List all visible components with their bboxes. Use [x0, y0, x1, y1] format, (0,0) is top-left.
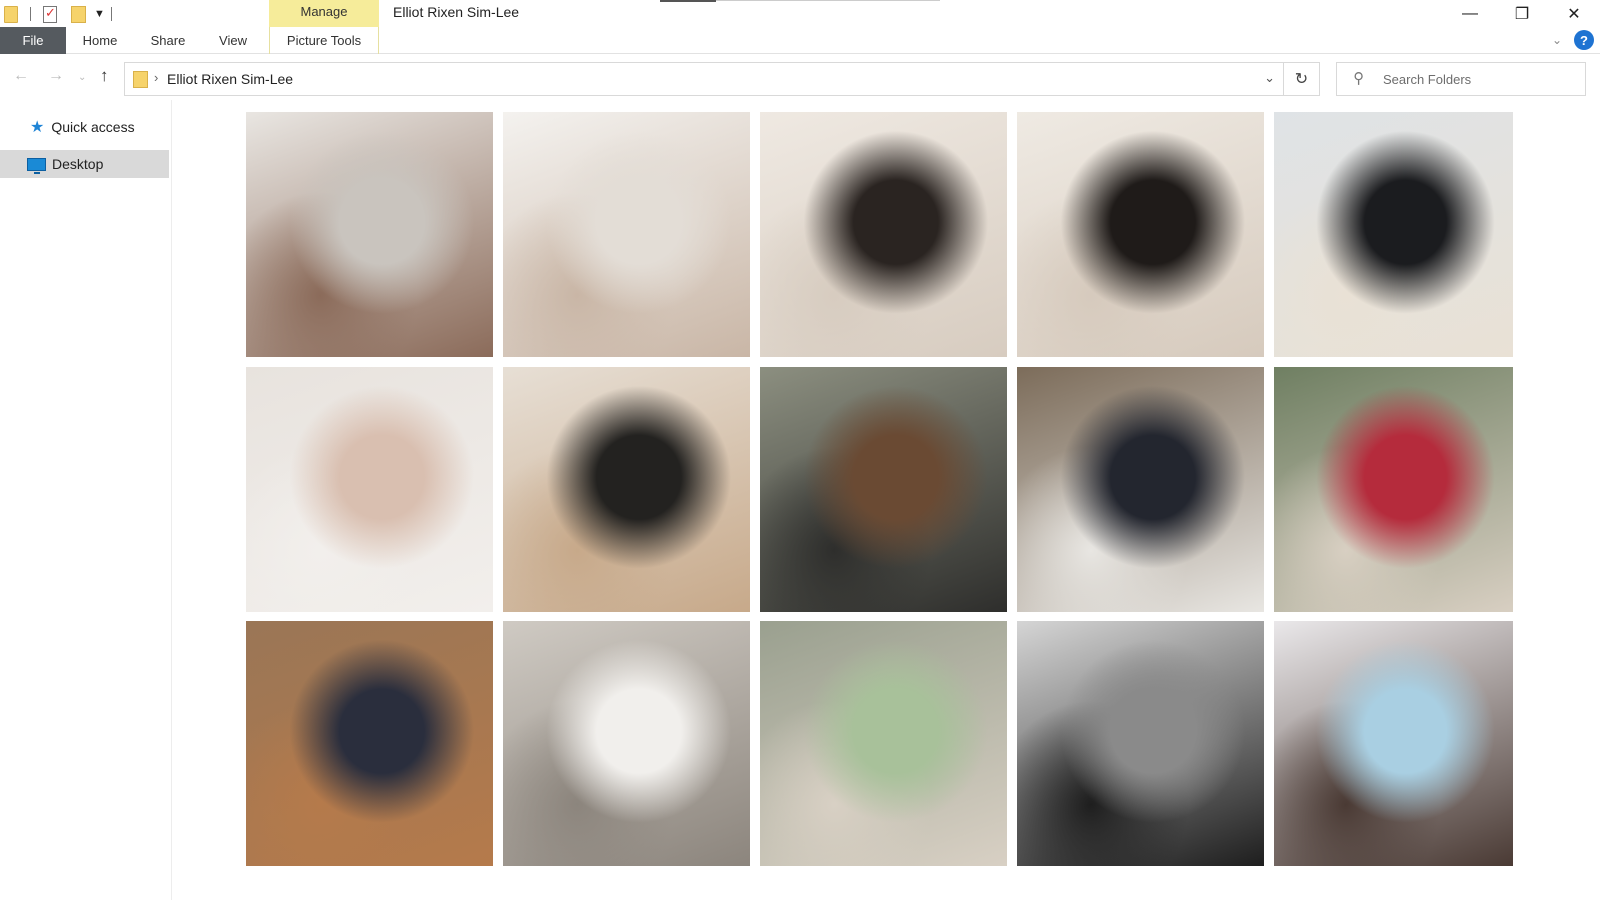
- restore-button[interactable]: ❐: [1496, 0, 1548, 27]
- toolbar-separator: [30, 7, 31, 21]
- toolbar-separator: [110, 7, 112, 21]
- title-divider-accent: [660, 0, 716, 2]
- tab-view[interactable]: View: [207, 27, 259, 54]
- forward-arrow-icon[interactable]: →: [48, 67, 64, 85]
- new-folder-icon[interactable]: [71, 5, 86, 23]
- photo-thumbnail[interactable]: [503, 112, 750, 357]
- pin-star-icon: ★: [30, 119, 45, 136]
- refresh-icon[interactable]: ↻: [1283, 63, 1319, 95]
- photo-thumbnail[interactable]: [246, 621, 493, 866]
- photo-thumbnail[interactable]: [1017, 367, 1264, 612]
- search-icon: ⚲: [1353, 70, 1364, 87]
- folder-icon: [4, 5, 18, 23]
- close-button[interactable]: ✕: [1548, 0, 1600, 27]
- ribbon-tab-bar: File Home Share View Picture Tools ⌄ ?: [0, 27, 1600, 54]
- nav-item-quick-access[interactable]: ★ Quick access: [0, 113, 169, 141]
- breadcrumb-chevron-icon[interactable]: ›: [154, 70, 158, 85]
- recent-locations-chevron-icon[interactable]: ⌄: [78, 72, 86, 83]
- photo-thumbnail[interactable]: [1017, 621, 1264, 866]
- navigation-pane: ★ Quick access Desktop: [0, 100, 172, 900]
- address-bar[interactable]: › Elliot Rixen Sim-Lee ⌄ ↻: [124, 62, 1320, 96]
- photo-thumbnail[interactable]: [1017, 112, 1264, 357]
- quick-access-toolbar: ▼: [0, 4, 112, 24]
- photo-thumbnail[interactable]: [246, 367, 493, 612]
- photo-thumbnail[interactable]: [760, 367, 1007, 612]
- expand-ribbon-chevron-icon[interactable]: ⌄: [1552, 33, 1562, 47]
- address-history-chevron-icon[interactable]: ⌄: [1264, 70, 1275, 86]
- desktop-icon: [27, 157, 46, 174]
- photo-thumbnail[interactable]: [503, 367, 750, 612]
- breadcrumb-folder[interactable]: Elliot Rixen Sim-Lee: [167, 71, 293, 87]
- photo-thumbnail[interactable]: [1274, 367, 1513, 612]
- minimize-button[interactable]: —: [1444, 0, 1496, 27]
- folder-icon: [133, 71, 148, 88]
- photo-thumbnail[interactable]: [1274, 112, 1513, 357]
- manage-context-tab[interactable]: Manage: [269, 0, 379, 27]
- nav-item-desktop[interactable]: Desktop: [0, 150, 169, 178]
- back-arrow-icon[interactable]: ←: [13, 67, 29, 85]
- up-arrow-icon[interactable]: ↑: [100, 66, 109, 86]
- photo-thumbnail[interactable]: [1274, 621, 1513, 866]
- customize-toolbar-chevron-icon[interactable]: ▼: [94, 8, 105, 20]
- photo-thumbnail[interactable]: [503, 621, 750, 866]
- tab-share[interactable]: Share: [140, 27, 196, 54]
- tab-file[interactable]: File: [0, 27, 66, 54]
- window-controls: — ❐ ✕: [1444, 0, 1600, 27]
- navigation-bar: ← → ⌄ ↑ › Elliot Rixen Sim-Lee ⌄ ↻ ⚲ Sea…: [0, 55, 1600, 100]
- properties-icon[interactable]: [43, 5, 57, 23]
- nav-item-label: Quick access: [51, 119, 135, 135]
- photo-thumbnail[interactable]: [760, 621, 1007, 866]
- help-icon[interactable]: ?: [1574, 30, 1594, 50]
- title-bar: ▼ Manage Elliot Rixen Sim-Lee — ❐ ✕: [0, 0, 1600, 27]
- tab-home[interactable]: Home: [66, 27, 134, 54]
- nav-item-label: Desktop: [52, 156, 104, 172]
- window-title: Elliot Rixen Sim-Lee: [393, 4, 520, 20]
- tab-picture-tools[interactable]: Picture Tools: [269, 27, 379, 54]
- search-input[interactable]: Search Folders: [1383, 72, 1471, 87]
- search-box[interactable]: ⚲ Search Folders: [1336, 62, 1586, 96]
- ribbon-right-controls: ⌄ ?: [1552, 30, 1594, 50]
- photo-thumbnail[interactable]: [246, 112, 493, 357]
- photo-thumbnail[interactable]: [760, 112, 1007, 357]
